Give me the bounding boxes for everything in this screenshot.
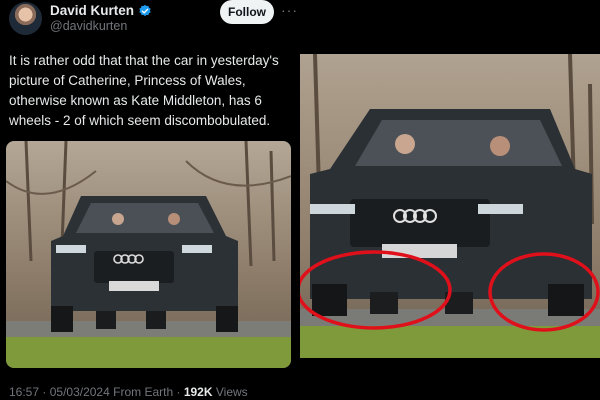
tweet-meta: 16:57 · 05/03/2024 From Earth · 192K Vie… bbox=[9, 385, 248, 399]
tweet-source: From Earth bbox=[113, 385, 174, 399]
tweet-photo-annotated[interactable] bbox=[300, 54, 600, 358]
author-avatar[interactable] bbox=[9, 2, 42, 35]
follow-button[interactable]: Follow bbox=[220, 0, 274, 24]
meta-separator: · bbox=[176, 385, 181, 399]
car-photo-zoomed-image bbox=[300, 54, 600, 358]
tweet-time[interactable]: 16:57 bbox=[9, 385, 39, 399]
tweet-photo-original[interactable] bbox=[6, 141, 291, 368]
views-count: 192K bbox=[183, 385, 213, 399]
views-label: Views bbox=[215, 385, 248, 399]
tweet-date[interactable]: 05/03/2024 bbox=[50, 385, 110, 399]
more-options-icon[interactable]: ··· bbox=[281, 2, 298, 18]
author-name[interactable]: David Kurten bbox=[50, 3, 134, 18]
tweet-header: David Kurten @davidkurten Follow ··· bbox=[0, 0, 600, 40]
tweet-text: It is rather odd that that the car in ye… bbox=[9, 53, 279, 128]
meta-separator: · bbox=[42, 385, 47, 399]
author-handle[interactable]: @davidkurten bbox=[50, 19, 127, 33]
car-photo-image bbox=[6, 141, 291, 368]
verified-badge-icon bbox=[139, 4, 151, 17]
